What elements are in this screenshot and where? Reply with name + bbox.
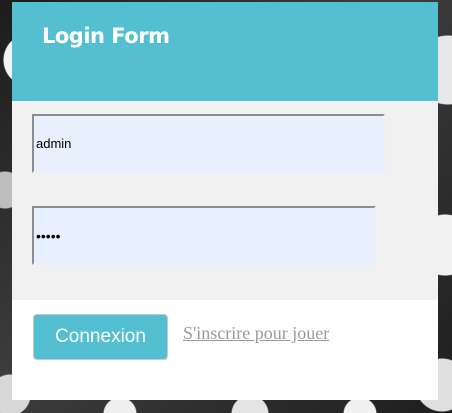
form-header: Login Form xyxy=(12,2,438,101)
register-link[interactable]: S'inscrire pour jouer xyxy=(183,323,329,344)
login-form-panel: Login Form Connexion S'inscrire pour jou… xyxy=(12,2,438,400)
form-actions: Connexion S'inscrire pour jouer xyxy=(12,300,438,400)
form-title: Login Form xyxy=(42,24,170,48)
password-input[interactable] xyxy=(32,206,376,265)
connexion-button[interactable]: Connexion xyxy=(33,314,168,360)
username-input[interactable] xyxy=(32,114,385,173)
form-fields-area xyxy=(12,101,438,300)
